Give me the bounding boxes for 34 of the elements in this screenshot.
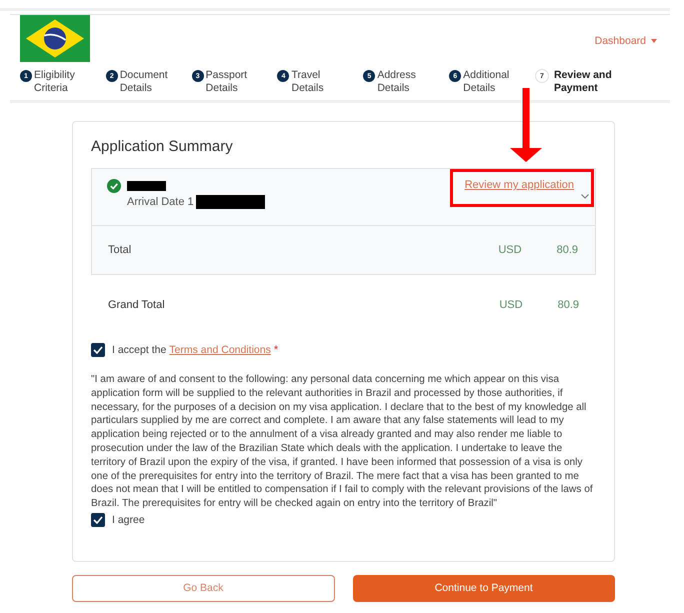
currency-text: USD [498,244,522,256]
currency-text: USD [499,299,523,311]
amount-text: 80.9 [556,244,578,256]
total-label: Grand Total [108,299,166,311]
dashboard-menu[interactable]: Dashboard [594,35,657,47]
checkbox[interactable] [91,343,105,357]
check-icon [93,516,103,524]
flag-icon [20,15,90,62]
declaration-text: "I am aware of and consent to the following: any personal data concerning me which appear on this visa application form will be supplied to the relevant authorities in Brazil and processed by those authorities, if necessary, for the purposes of a decision on my visa application. I declare that to the best of my knowledge all particulars supplied by me are correct and complete. I am aware that any false statements will lead to my application being rejected or to the annulment of a visa already granted and may also render me liable to prosecution under the law of the Brazilian State which deals with the application. I undertake to leave the territory of Brazil upon the expiry of the visa, if granted. I have been informed that possession of a visa is only one of the prerequisites for entry into the territory of Brazil. The mere fact that a visa has been granted to me does not mean that I will be entitled to compensation if I fail to comply with the relevant provisions of the laws of Brazil. The prerequisites for entry will be checked again on entry into the territory of Brazil" [91,373,593,511]
step-label: Review and Payment [554,69,613,95]
chevron-icon[interactable] [581,194,589,199]
step-label: Address Details [377,69,417,95]
terms-link[interactable]: Terms and Conditions [169,344,271,356]
checkbox-label: I agree [112,514,145,526]
required-asterisk: * [274,344,278,356]
redaction-block [127,181,166,191]
step-label: Eligibility Criteria [34,69,76,95]
total-label: Total [108,244,132,256]
step-label: Additional Details [463,69,510,95]
arrival-date-label: Arrival Date 1 [127,196,194,208]
check-icon [93,346,103,354]
checkbox[interactable] [91,512,105,527]
card-title: Application Summary [91,137,234,157]
step-label: Document Details [120,69,169,95]
continue-button[interactable]: Continue to Payment [352,574,615,602]
step-label: Travel Details [291,69,325,95]
amount-text: 80.9 [558,299,579,311]
step-label: Passport Details [206,69,248,95]
redaction-block [196,195,265,209]
review-link[interactable]: Review my application [464,179,574,191]
caret-icon [651,39,657,43]
down-arrow-icon [510,88,542,162]
back-button[interactable]: Go Back [72,574,334,602]
checkbox-label: I accept the [112,344,166,356]
